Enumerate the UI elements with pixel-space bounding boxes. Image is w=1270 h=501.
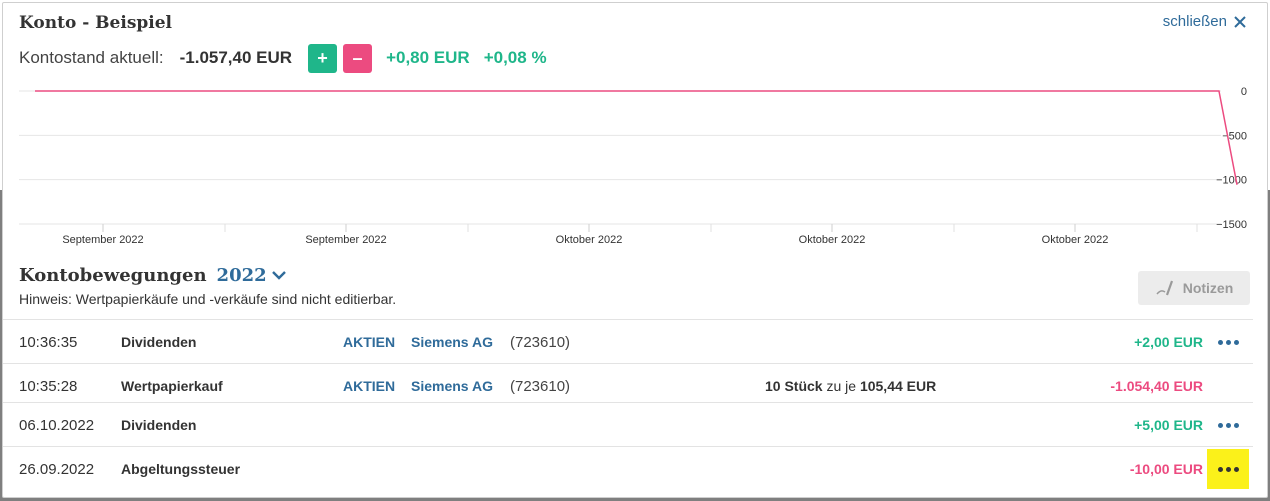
close-label: schließen [1162,13,1227,30]
row-more-button[interactable] [1207,405,1249,445]
row-type: Dividenden [121,417,197,433]
x-tick-label: Oktober 2022 [556,234,623,246]
balance-row: Kontostand aktuell: -1.057,40 EUR + – +0… [19,43,547,73]
y-tick-label: −500 [1222,130,1247,142]
row-amount: +2,00 EUR [1134,334,1203,350]
row-amount: +5,00 EUR [1134,417,1203,433]
movements-header: Kontobewegungen 2022 [19,265,287,286]
withdraw-button[interactable]: – [343,43,373,73]
balance-change-abs: +0,80 EUR [386,48,470,67]
modal-title: Konto - Beispiel [19,13,173,33]
y-tick-label: −1500 [1216,219,1247,231]
deposit-button[interactable]: + [308,43,338,73]
row-category-link[interactable]: AKTIEN [343,320,395,364]
notes-label: Notizen [1182,280,1234,296]
row-more-button[interactable] [1207,449,1249,489]
y-tick-label: −1000 [1216,175,1247,187]
row-type: Abgeltungssteuer [121,461,241,477]
row-amount: -10,00 EUR [1129,461,1203,477]
row-security-link[interactable]: Siemens AG [411,320,493,364]
row-time: 06.10.2022 [19,416,95,434]
hint-text: Hinweis: Wertpapierkäufe und -verkäufe s… [19,291,397,307]
balance-chart: 0 −500 −1000 −1500 September 2022 September 2… [19,86,1247,246]
x-tick-label: September 2022 [305,234,386,246]
x-tick-label: September 2022 [62,234,143,246]
close-button[interactable]: schließen [1163,13,1247,30]
more-dots-icon [1217,466,1239,472]
row-qty-connector: zu je [822,378,860,394]
year-selector[interactable]: 2022 [217,265,287,286]
notes-icon [1156,280,1173,296]
x-tick-label: Oktober 2022 [799,234,866,246]
row-more-button[interactable] [1207,322,1249,362]
x-tick-label: Oktober 2022 [1042,234,1109,246]
balance-value: -1.057,40 EUR [179,48,293,67]
chevron-down-icon [271,270,286,280]
more-dots-icon [1217,339,1239,345]
close-icon [1233,15,1247,29]
table-row: 06.10.2022 Dividenden +5,00 EUR [3,402,1253,447]
notes-button: Notizen [1138,271,1250,305]
movements-title: Kontobewegungen [19,265,207,286]
more-dots-icon [1217,422,1239,428]
table-row: 26.09.2022 Abgeltungssteuer -10,00 EUR [3,446,1253,491]
row-time: 26.09.2022 [19,460,95,478]
year-value: 2022 [216,265,267,286]
balance-label: Kontostand aktuell: [19,48,164,67]
table-row: 10:36:35 Dividenden AKTIEN Siemens AG (72361… [3,319,1253,364]
account-modal: Konto - Beispiel schließen Kontostand ak… [2,2,1268,498]
row-price: 105,44 EUR [859,378,937,394]
balance-change-pct: +0,08 % [483,48,547,67]
y-tick-label: 0 [1241,86,1247,98]
row-wkn: (723610) [510,333,571,351]
balance-series-line [35,90,1238,185]
row-time: 10:36:35 [19,333,78,351]
row-qty: 10 Stück [765,378,823,394]
row-type: Dividenden [121,334,197,350]
